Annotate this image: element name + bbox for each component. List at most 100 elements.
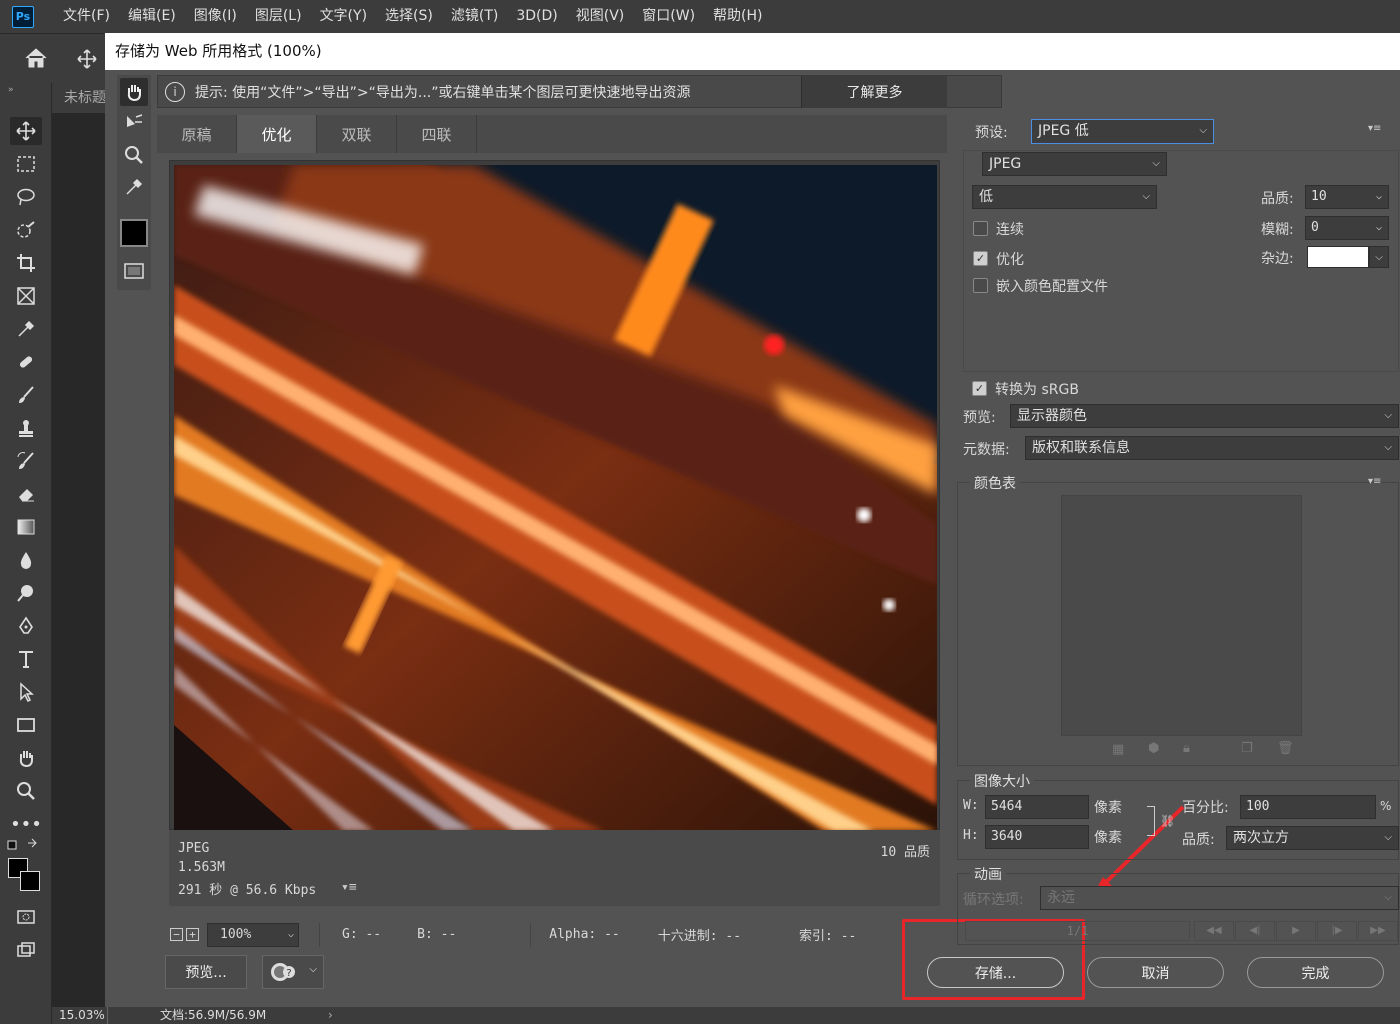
status-menu-icon[interactable]: › <box>328 1007 333 1024</box>
tab-2up[interactable]: 双联 <box>317 115 397 153</box>
progressive-checkbox[interactable] <box>973 221 988 236</box>
color-table-menu-icon[interactable]: ▾≡ <box>1368 476 1381 487</box>
quick-mask-icon[interactable] <box>10 903 42 931</box>
matte-color-swatch[interactable] <box>1307 246 1369 268</box>
convert-srgb-checkbox[interactable]: ✓ <box>972 381 987 396</box>
menu-select[interactable]: 选择(S) <box>376 0 442 33</box>
preview-menu-icon[interactable]: ▾≡ <box>341 880 357 895</box>
clone-stamp-icon[interactable] <box>10 414 42 442</box>
quality-value: 10 <box>1311 189 1327 204</box>
background-color-swatch[interactable] <box>20 871 40 891</box>
cancel-button[interactable]: 取消 <box>1087 957 1224 988</box>
more-tools-icon[interactable]: ••• <box>10 810 42 838</box>
play-icon[interactable]: ▶ <box>1276 921 1316 941</box>
lasso-icon[interactable] <box>10 183 42 211</box>
learn-more-button[interactable]: 了解更多 <box>801 76 947 108</box>
menu-edit[interactable]: 编辑(E) <box>119 0 185 33</box>
next-frame-icon[interactable]: |▶ <box>1317 921 1357 941</box>
chevron-down-icon: ⌵ <box>1384 832 1392 843</box>
eyedropper-icon[interactable] <box>10 315 42 343</box>
browser-preview-select[interactable]: ? ⌵ <box>262 955 324 989</box>
swap-colors-icon[interactable] <box>6 835 42 857</box>
collapse-icon[interactable]: » <box>8 85 14 95</box>
zoom-tool-icon[interactable] <box>120 141 148 169</box>
width-input[interactable]: 5464 <box>985 795 1089 819</box>
type-icon[interactable] <box>10 645 42 673</box>
new-color-icon[interactable]: ❐ <box>1241 741 1253 756</box>
last-frame-icon[interactable]: ▶▶ <box>1358 921 1398 941</box>
zoom-icon[interactable] <box>10 777 42 805</box>
link-icon[interactable]: ⛓ <box>1160 814 1175 828</box>
move-tool-icon[interactable] <box>77 49 97 73</box>
lock-icon[interactable]: 🔒︎ <box>1183 741 1190 756</box>
healing-brush-icon[interactable] <box>10 348 42 376</box>
resample-select[interactable]: 两次立方 ⌵ <box>1226 826 1399 850</box>
first-frame-icon[interactable]: ◀◀ <box>1194 921 1234 941</box>
tab-optimized[interactable]: 优化 <box>237 115 317 153</box>
pen-icon[interactable] <box>10 612 42 640</box>
brush-icon[interactable] <box>10 381 42 409</box>
menu-layer[interactable]: 图层(L) <box>246 0 311 33</box>
screen-mode-icon[interactable] <box>10 936 42 964</box>
quality-preset-select[interactable]: 低 ⌵ <box>972 185 1157 209</box>
done-button[interactable]: 完成 <box>1247 957 1384 988</box>
prev-frame-icon[interactable]: ◀| <box>1235 921 1275 941</box>
menu-window[interactable]: 窗口(W) <box>633 0 704 33</box>
preview-image[interactable] <box>174 165 937 831</box>
photoshop-logo[interactable]: Ps <box>12 5 34 28</box>
hand-icon[interactable] <box>10 744 42 772</box>
web-shift-icon[interactable]: ⬢ <box>1148 741 1159 756</box>
zoom-level[interactable]: 15.03% <box>59 1007 105 1024</box>
hand-tool-icon[interactable] <box>120 78 148 106</box>
loop-select[interactable]: 永远 ⌵ <box>1040 886 1399 910</box>
preview-color-select[interactable]: 显示器颜色 ⌵ <box>1010 404 1399 428</box>
rectangle-icon[interactable] <box>10 711 42 739</box>
blur-input[interactable]: 0 ⌵ <box>1305 216 1389 240</box>
history-brush-icon[interactable] <box>10 447 42 475</box>
menu-filter[interactable]: 滤镜(T) <box>442 0 507 33</box>
toggle-slices-icon[interactable] <box>120 257 148 285</box>
tab-4up[interactable]: 四联 <box>397 115 477 153</box>
preset-menu-icon[interactable]: ▾≡ <box>1368 123 1381 134</box>
eyedropper-color-swatch[interactable] <box>120 219 148 247</box>
path-select-icon[interactable] <box>10 678 42 706</box>
menu-3d[interactable]: 3D(D) <box>507 0 566 33</box>
move-icon[interactable] <box>10 117 42 145</box>
document-tab[interactable]: 未标题 <box>52 83 105 113</box>
zoom-in-icon[interactable]: + <box>186 928 199 941</box>
trash-icon[interactable]: 🗑︎ <box>1277 741 1294 756</box>
preset-select[interactable]: JPEG 低 ⌵ <box>1031 119 1214 144</box>
eraser-icon[interactable] <box>10 480 42 508</box>
zoom-select[interactable]: 100% ⌵ <box>207 922 299 947</box>
pixel-info-bar: − + 100% ⌵ G: -- B: -- Alpha: -- 十六进制: --… <box>160 917 950 952</box>
dodge-icon[interactable] <box>10 579 42 607</box>
quick-select-icon[interactable] <box>10 216 42 244</box>
menu-type[interactable]: 文字(Y) <box>311 0 376 33</box>
frame-icon[interactable] <box>10 282 42 310</box>
web-snap-icon[interactable]: ▦ <box>1112 742 1124 757</box>
zoom-out-icon[interactable]: − <box>170 928 183 941</box>
matte-dropdown-icon[interactable]: ⌵ <box>1369 246 1389 268</box>
menu-image[interactable]: 图像(I) <box>185 0 246 33</box>
home-icon[interactable] <box>24 47 48 73</box>
marquee-icon[interactable] <box>10 150 42 178</box>
menu-help[interactable]: 帮助(H) <box>704 0 771 33</box>
slice-select-icon[interactable] <box>120 109 148 137</box>
height-input[interactable]: 3640 <box>985 825 1089 849</box>
eyedropper-tool-icon[interactable] <box>120 173 148 201</box>
svg-text:?: ? <box>286 968 291 979</box>
optimized-checkbox[interactable]: ✓ <box>973 251 988 266</box>
embed-profile-checkbox[interactable] <box>973 278 988 293</box>
preview-info-panel: JPEG 1.563M 291 秒 @ 56.6 Kbps ▾≡ 10 品质 <box>169 830 940 906</box>
blur-icon[interactable] <box>10 546 42 574</box>
format-select[interactable]: JPEG ⌵ <box>982 152 1167 176</box>
metadata-select[interactable]: 版权和联系信息 ⌵ <box>1025 436 1399 460</box>
quality-input[interactable]: 10 ⌵ <box>1305 185 1389 209</box>
tab-original[interactable]: 原稿 <box>157 115 237 153</box>
menu-view[interactable]: 视图(V) <box>567 0 634 33</box>
percent-input[interactable]: 100 <box>1240 795 1376 819</box>
crop-icon[interactable] <box>10 249 42 277</box>
preview-button[interactable]: 预览... <box>165 955 247 989</box>
gradient-icon[interactable] <box>10 513 42 541</box>
menu-file[interactable]: 文件(F) <box>54 0 119 33</box>
